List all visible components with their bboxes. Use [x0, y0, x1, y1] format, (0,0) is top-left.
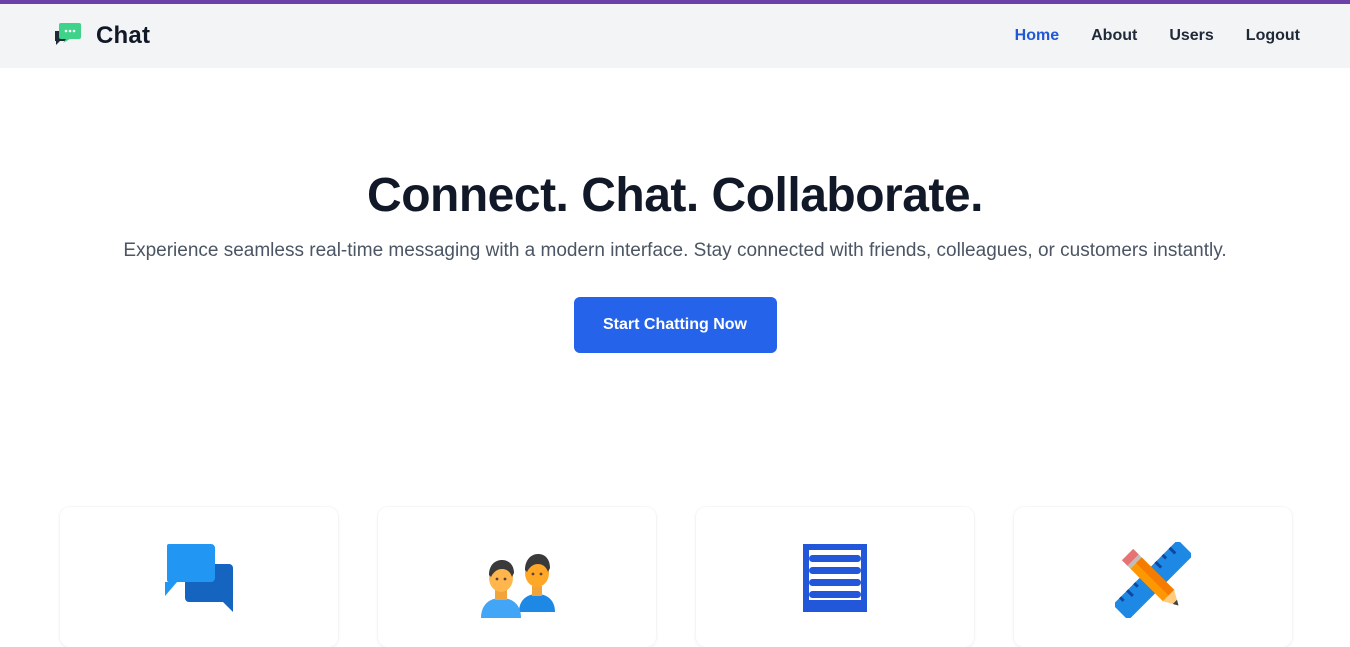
navbar: Chat Home About Users Logout: [0, 4, 1350, 68]
speech-bubbles-icon: [165, 544, 233, 612]
nav-link-users[interactable]: Users: [1169, 27, 1213, 45]
feature-card-messaging: [60, 507, 338, 647]
brand[interactable]: Chat: [52, 20, 150, 52]
feature-card-documents: [696, 507, 974, 647]
nav-link-home[interactable]: Home: [1015, 27, 1059, 45]
feature-card-tools: [1014, 507, 1292, 647]
brand-name: Chat: [96, 22, 151, 49]
features-row: [60, 507, 1292, 647]
start-chatting-button[interactable]: Start Chatting Now: [573, 297, 777, 353]
feature-card-users: [378, 507, 656, 647]
hero-title: Connect. Chat. Collaborate.: [367, 169, 983, 222]
chat-bubble-icon: [55, 23, 81, 45]
nav-link-about[interactable]: About: [1091, 27, 1137, 45]
pencil-ruler-icon: [1115, 542, 1191, 618]
hero-subtitle: Experience seamless real-time messaging …: [123, 240, 1227, 261]
nav-link-logout[interactable]: Logout: [1246, 27, 1300, 45]
hero-section: Connect. Chat. Collaborate. Experience s…: [0, 68, 1350, 353]
users-icon: [481, 554, 555, 618]
nav-menu: Home About Users Logout: [1015, 27, 1300, 45]
document-list-icon: [803, 544, 867, 612]
